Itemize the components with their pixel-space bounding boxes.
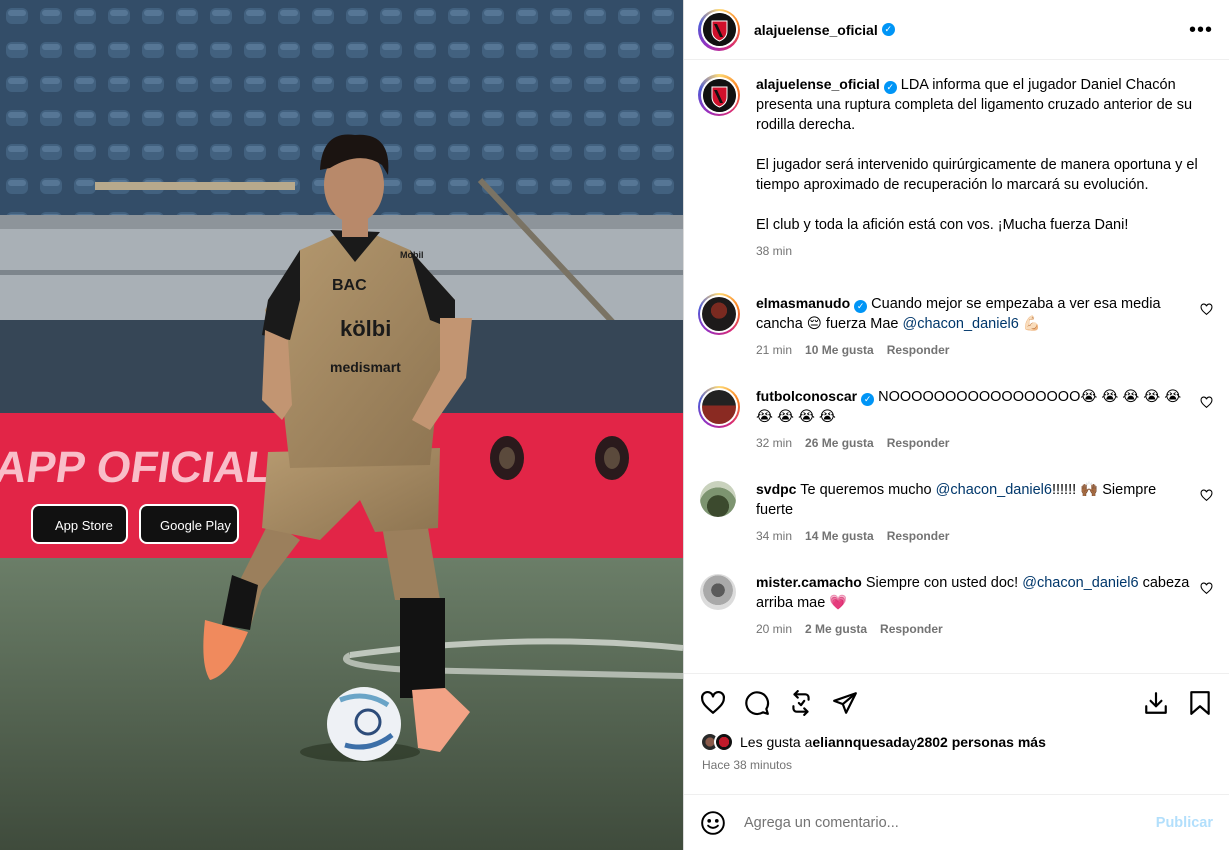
commenter-avatar[interactable]	[700, 481, 736, 517]
instagram-post-view: A APP OFICIAL DE L App Store Google Play	[0, 0, 1229, 850]
comment-item: svdpc Te queremos mucho @chacon_daniel6!…	[698, 479, 1213, 546]
verified-icon: ✓	[854, 300, 868, 313]
repost-icon[interactable]	[788, 690, 814, 716]
comment-likes[interactable]: 14 Me gusta	[805, 526, 874, 546]
comment-item: elmasmanudo ✓ Cuando mejor se empezaba a …	[698, 293, 1213, 360]
soccer-ball	[327, 687, 401, 761]
reply-button[interactable]: Responder	[887, 433, 950, 453]
download-icon[interactable]	[1143, 690, 1169, 716]
like-comment-heart-icon[interactable]	[1200, 303, 1213, 316]
action-icons-row	[700, 686, 1213, 720]
liker-avatars[interactable]	[700, 732, 740, 752]
club-logo-icon	[702, 13, 736, 46]
emoji-icon[interactable]	[700, 810, 726, 836]
app-store-label: App Store	[55, 518, 113, 533]
post-caption: alajuelense_oficial ✓ LDA informa que el …	[698, 74, 1213, 261]
comment-input[interactable]	[744, 814, 1156, 831]
caption-username[interactable]: alajuelense_oficial	[756, 76, 880, 92]
commenter-avatar[interactable]	[700, 574, 736, 610]
likes-summary: Les gusta a eliannquesada y 2802 persona…	[700, 732, 1213, 752]
sponsor-bac: BAC	[332, 277, 367, 294]
comment-item: mister.camacho Siempre con usted doc! @c…	[698, 572, 1213, 639]
comments-list: alajuelense_oficial ✓ LDA informa que el …	[684, 60, 1229, 673]
post-actions: Les gusta a eliannquesada y 2802 persona…	[684, 673, 1229, 772]
club-logo-icon	[702, 78, 736, 112]
verified-icon: ✓	[883, 81, 897, 94]
caption-timestamp[interactable]: 38 min	[756, 241, 792, 261]
likes-count[interactable]: 2802 personas más	[917, 734, 1046, 750]
author-username[interactable]: alajuelense_oficial	[754, 22, 878, 38]
sponsor-medismart: medismart	[330, 359, 401, 375]
mention-link[interactable]: @chacon_daniel6	[903, 316, 1019, 332]
comment-time[interactable]: 34 min	[756, 526, 792, 546]
commenter-username[interactable]: mister.camacho	[756, 574, 862, 590]
likes-prefix: Les gusta a	[740, 734, 813, 750]
like-comment-heart-icon[interactable]	[1200, 396, 1213, 409]
comment-text-after: 💪🏻	[1018, 316, 1041, 332]
comment-likes[interactable]: 2 Me gusta	[805, 619, 867, 639]
comment-composer: Publicar	[684, 794, 1229, 850]
comment-time[interactable]: 20 min	[756, 619, 792, 639]
comment-icon[interactable]	[744, 690, 770, 716]
commenter-avatar[interactable]	[698, 293, 740, 335]
commenter-username[interactable]: svdpc	[756, 481, 796, 497]
verified-icon: ✓	[861, 393, 875, 406]
like-comment-heart-icon[interactable]	[1200, 582, 1213, 595]
google-play-label: Google Play	[160, 518, 231, 533]
comment-likes[interactable]: 10 Me gusta	[805, 340, 874, 360]
like-comment-heart-icon[interactable]	[1200, 489, 1213, 502]
commenter-username[interactable]: elmasmanudo	[756, 295, 850, 311]
comment-likes[interactable]: 26 Me gusta	[805, 433, 874, 453]
caption-paragraph: El jugador será intervenido quirúrgicame…	[756, 157, 1198, 193]
heart-icon[interactable]	[700, 690, 726, 716]
share-icon[interactable]	[832, 690, 858, 716]
post-side-panel: alajuelense_oficial ✓ ••• alajuelense_of…	[683, 0, 1229, 850]
comment-text: Te queremos mucho	[800, 482, 936, 498]
post-age[interactable]: Hace 38 minutos	[702, 758, 1213, 772]
comment-time[interactable]: 32 min	[756, 433, 792, 453]
commenter-avatar[interactable]	[698, 386, 740, 428]
bookmark-icon[interactable]	[1187, 690, 1213, 716]
verified-icon: ✓	[881, 23, 895, 36]
more-options-icon[interactable]: •••	[1189, 20, 1213, 40]
reply-button[interactable]: Responder	[880, 619, 943, 639]
sponsor-kolbi: kölbi	[340, 316, 391, 341]
publish-button[interactable]: Publicar	[1156, 815, 1213, 831]
likes-middle: y	[909, 734, 917, 750]
commenter-username[interactable]: futbolconoscar	[756, 388, 857, 404]
liker-username[interactable]: eliannquesada	[812, 734, 909, 750]
sponsor-mobil: Mobil	[400, 250, 424, 260]
reply-button[interactable]: Responder	[887, 340, 950, 360]
comment-item: futbolconoscar ✓ NOOOOOOOOOOOOOOOOO😭 😭 😭 …	[698, 386, 1213, 453]
reply-button[interactable]: Responder	[887, 526, 950, 546]
comment-time[interactable]: 21 min	[756, 340, 792, 360]
caption-paragraph: El club y toda la afición está con vos. …	[756, 217, 1129, 233]
post-header: alajuelense_oficial ✓ •••	[684, 0, 1229, 60]
photo-scene: A APP OFICIAL DE L App Store Google Play	[0, 0, 683, 850]
mention-link[interactable]: @chacon_daniel6	[936, 482, 1052, 498]
author-avatar[interactable]	[698, 8, 740, 51]
post-photo: A APP OFICIAL DE L App Store Google Play	[0, 0, 683, 850]
caption-author-avatar[interactable]	[698, 74, 740, 116]
mention-link[interactable]: @chacon_daniel6	[1022, 575, 1138, 591]
comment-text: Siempre con usted doc!	[865, 575, 1023, 591]
